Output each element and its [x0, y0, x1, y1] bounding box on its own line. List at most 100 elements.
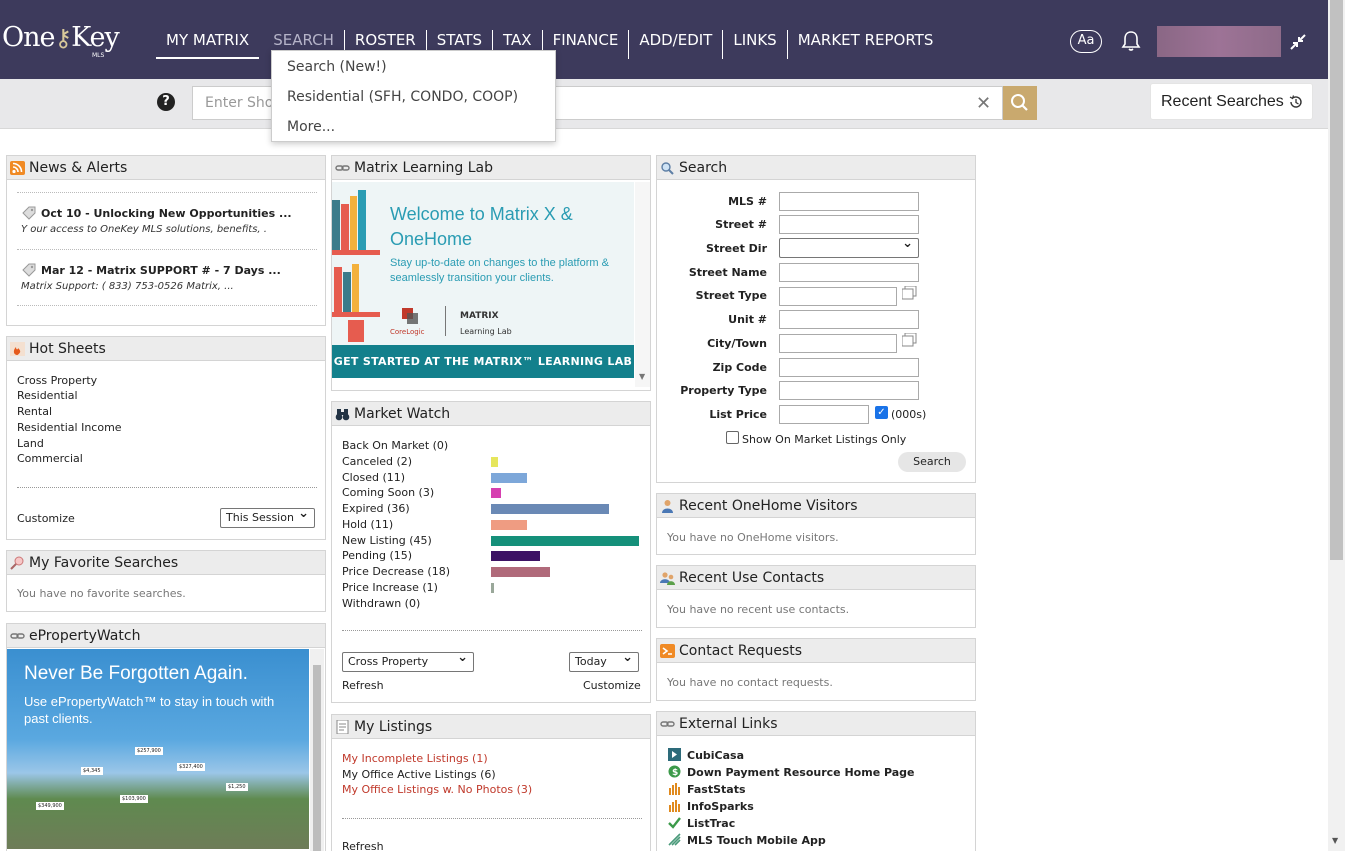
hot-sheets-panel: Hot Sheets Cross Property Residential Re… — [6, 336, 326, 540]
page-scrollbar[interactable]: ▼ — [1328, 0, 1345, 851]
user-account-menu[interactable] — [1157, 26, 1281, 57]
corelogic-logo — [402, 308, 418, 324]
city-town-label: City/Town — [707, 337, 767, 350]
on-market-checkbox[interactable] — [726, 431, 739, 444]
market-watch-label[interactable]: Back On Market (0) — [342, 439, 448, 452]
street-name-input[interactable] — [779, 263, 919, 282]
menu-item-search-new[interactable]: Search (New!) — [272, 51, 555, 81]
panel-header: Hot Sheets — [7, 337, 325, 361]
street-type-input[interactable] — [779, 287, 897, 306]
market-watch-bar[interactable] — [491, 567, 550, 577]
market-watch-bar[interactable] — [491, 535, 639, 546]
zip-code-label: Zip Code — [712, 361, 767, 374]
market-watch-label[interactable]: Expired (36) — [342, 502, 410, 515]
link-icon — [10, 633, 25, 639]
external-link-cubicasa[interactable]: CubiCasa — [668, 748, 744, 764]
news-item[interactable]: Mar 12 - Matrix SUPPORT # - 7 Days ... M… — [17, 249, 317, 292]
unit-number-input[interactable] — [779, 310, 919, 329]
hot-sheet-link[interactable]: Land — [17, 437, 44, 450]
lookup-icon[interactable] — [902, 333, 917, 347]
market-watch-label[interactable]: Price Decrease (18) — [342, 565, 450, 578]
lookup-icon[interactable] — [902, 286, 917, 300]
page-scrollbar-thumb[interactable] — [1330, 0, 1343, 560]
market-watch-label[interactable]: Price Increase (1) — [342, 581, 438, 594]
listing-link[interactable]: My Office Listings w. No Photos (3) — [342, 783, 532, 796]
market-watch-bar[interactable] — [491, 472, 527, 483]
hot-sheet-link[interactable]: Cross Property — [17, 374, 97, 387]
street-dir-select[interactable] — [779, 235, 919, 258]
market-watch-bar[interactable] — [491, 504, 609, 514]
bell-icon[interactable] — [1121, 30, 1141, 52]
market-watch-bar[interactable] — [491, 488, 501, 499]
period-select[interactable]: Today — [569, 649, 639, 672]
scroll-down-arrow[interactable]: ▼ — [1332, 836, 1338, 845]
panel-header: Matrix Learning Lab — [332, 156, 650, 180]
collapse-icon[interactable] — [1290, 34, 1306, 50]
search-button[interactable] — [1003, 86, 1037, 120]
help-icon[interactable]: ? — [157, 93, 175, 111]
menu-item-more[interactable]: More... — [272, 111, 555, 141]
listing-link[interactable]: My Incomplete Listings (1) — [342, 752, 488, 765]
external-link-down-payment[interactable]: $ Down Payment Resource Home Page — [668, 765, 915, 781]
magnifier-heart-icon — [10, 556, 24, 570]
property-type-input[interactable] — [779, 381, 919, 400]
street-number-input[interactable] — [779, 215, 919, 234]
font-size-toggle[interactable]: Aa — [1070, 30, 1102, 53]
epropertywatch-banner[interactable]: Never Be Forgotten Again. Use ePropertyW… — [7, 649, 309, 849]
recent-searches-button[interactable]: Recent Searches — [1150, 83, 1313, 120]
banner-scrollbar[interactable]: ▼ — [635, 182, 650, 387]
external-link-infosparks[interactable]: InfoSparks — [668, 799, 754, 815]
hot-sheet-link[interactable]: Residential Income — [17, 421, 122, 434]
divider — [342, 818, 642, 819]
refresh-link[interactable]: Refresh — [342, 679, 384, 692]
customize-link[interactable]: Customize — [583, 679, 641, 692]
listing-link[interactable]: My Office Active Listings (6) — [342, 768, 496, 781]
market-watch-bar[interactable] — [491, 551, 540, 562]
search-submit-button[interactable]: Search — [898, 452, 966, 472]
nav-my-matrix[interactable]: MY MATRIX — [156, 30, 260, 59]
market-watch-label[interactable]: Closed (11) — [342, 471, 405, 484]
my-listings-panel: My Listings My Incomplete Listings (1) M… — [331, 714, 651, 851]
thousands-checkbox[interactable]: ✓ — [875, 406, 888, 419]
nav-links[interactable]: LINKS — [723, 30, 788, 59]
banner-scrollbar[interactable] — [310, 649, 324, 851]
external-link-mls-touch[interactable]: MLS Touch Mobile App — [668, 833, 826, 849]
session-select[interactable]: This Session — [220, 505, 315, 528]
clear-icon[interactable]: ✕ — [976, 93, 991, 114]
city-town-input[interactable] — [779, 334, 897, 353]
list-price-input[interactable] — [779, 405, 869, 424]
market-watch-bar[interactable] — [491, 519, 527, 530]
property-type-select[interactable]: Cross Property — [342, 649, 474, 672]
market-watch-bar[interactable] — [491, 456, 498, 467]
hot-sheet-link[interactable]: Rental — [17, 405, 52, 418]
market-watch-label[interactable]: Withdrawn (0) — [342, 597, 420, 610]
epropertywatch-panel: ePropertyWatch Never Be Forgotten Again.… — [6, 623, 326, 851]
hot-sheet-link[interactable]: Commercial — [17, 452, 83, 465]
market-watch-label[interactable]: Pending (15) — [342, 549, 412, 562]
customize-link[interactable]: Customize — [17, 512, 75, 525]
panel-header: News & Alerts — [7, 156, 325, 180]
hot-sheet-link[interactable]: Residential — [17, 389, 78, 402]
mobile-app-icon — [668, 833, 681, 846]
market-watch-label[interactable]: Coming Soon (3) — [342, 486, 434, 499]
external-links-panel: External Links CubiCasa $ Down Payment Re… — [656, 711, 976, 851]
search-form-panel: Search MLS # Street # Street Dir Street … — [656, 155, 976, 483]
zip-code-input[interactable] — [779, 358, 919, 377]
refresh-link[interactable]: Refresh — [342, 840, 384, 851]
nav-market-reports[interactable]: MARKET REPORTS — [788, 30, 944, 59]
onekey-logo[interactable]: One⚷Key MLS — [2, 22, 120, 59]
learning-lab-banner[interactable]: Welcome to Matrix X & OneHome Stay up-to… — [332, 182, 634, 378]
key-icon: ⚷ — [54, 24, 73, 52]
mls-number-input[interactable] — [779, 192, 919, 211]
price-tag: $1,250 — [226, 783, 248, 791]
external-link-listtrac[interactable]: ListTrac — [668, 816, 735, 832]
market-watch-label[interactable]: New Listing (45) — [342, 534, 432, 547]
menu-item-residential[interactable]: Residential (SFH, CONDO, COOP) — [272, 81, 555, 111]
market-watch-label[interactable]: Canceled (2) — [342, 455, 412, 468]
market-watch-bar[interactable] — [491, 582, 494, 593]
external-link-faststats[interactable]: FastStats — [668, 782, 746, 798]
market-watch-label[interactable]: Hold (11) — [342, 518, 393, 531]
nav-add-edit[interactable]: ADD/EDIT — [629, 30, 724, 59]
street-number-label: Street # — [715, 218, 767, 231]
news-item[interactable]: Oct 10 - Unlocking New Opportunities ...… — [17, 192, 317, 235]
